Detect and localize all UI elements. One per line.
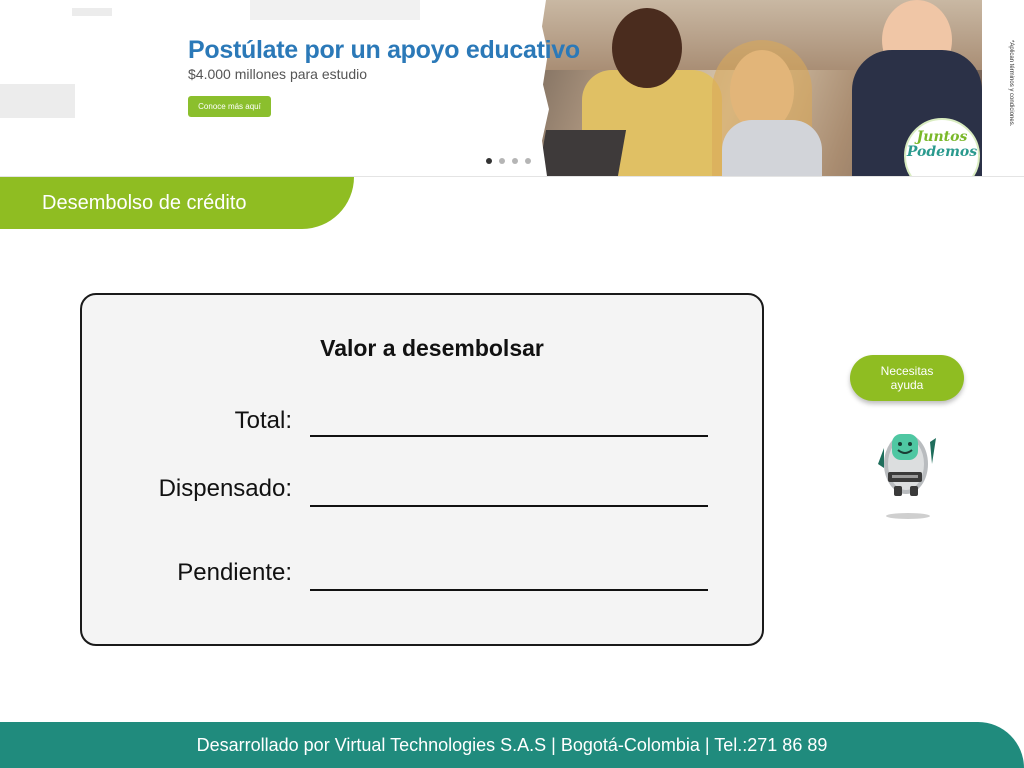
footer: Desarrollado por Virtual Technologies S.… (0, 722, 1024, 768)
paper-texture (72, 8, 112, 16)
disbursement-card: Valor a desembolsar Total: Dispensado: P… (80, 293, 764, 646)
pending-value-field (310, 589, 708, 591)
logo-line1: Juntos (916, 129, 968, 145)
pending-label: Pendiente: (177, 559, 292, 586)
help-label-line1: Necesitas (880, 364, 934, 378)
carousel-dots (486, 158, 531, 164)
logo-line2: Podemos (906, 144, 978, 160)
carousel-dot-4[interactable] (525, 158, 531, 164)
total-label: Total: (234, 407, 292, 434)
banner-subtitle: $4.000 millones para estudio (188, 66, 368, 82)
section-header: Desembolso de crédito (0, 177, 354, 229)
carousel-dot-1[interactable] (486, 158, 492, 164)
dispensed-label: Dispensado: (158, 475, 292, 502)
help-button[interactable]: Necesitas ayuda (850, 355, 964, 401)
carousel-dot-2[interactable] (499, 158, 505, 164)
learn-more-button[interactable]: Conoce más aquí (188, 96, 271, 117)
paper-texture (250, 0, 420, 20)
section-title: Desembolso de crédito (42, 191, 247, 214)
carousel-dot-3[interactable] (512, 158, 518, 164)
robot-assistant-icon[interactable] (874, 424, 938, 520)
card-title: Valor a desembolsar (320, 335, 544, 361)
help-label-line2: ayuda (890, 378, 924, 392)
promo-banner[interactable]: Postúlate por un apoyo educativo $4.000 … (0, 0, 1024, 177)
paper-texture (0, 84, 75, 118)
terms-note: *Aplican términos y condiciones. (1008, 40, 1014, 127)
banner-title: Postúlate por un apoyo educativo (188, 36, 580, 64)
total-value-field (310, 435, 708, 437)
footer-text: Desarrollado por Virtual Technologies S.… (196, 734, 828, 755)
dispensed-value-field (310, 505, 708, 507)
